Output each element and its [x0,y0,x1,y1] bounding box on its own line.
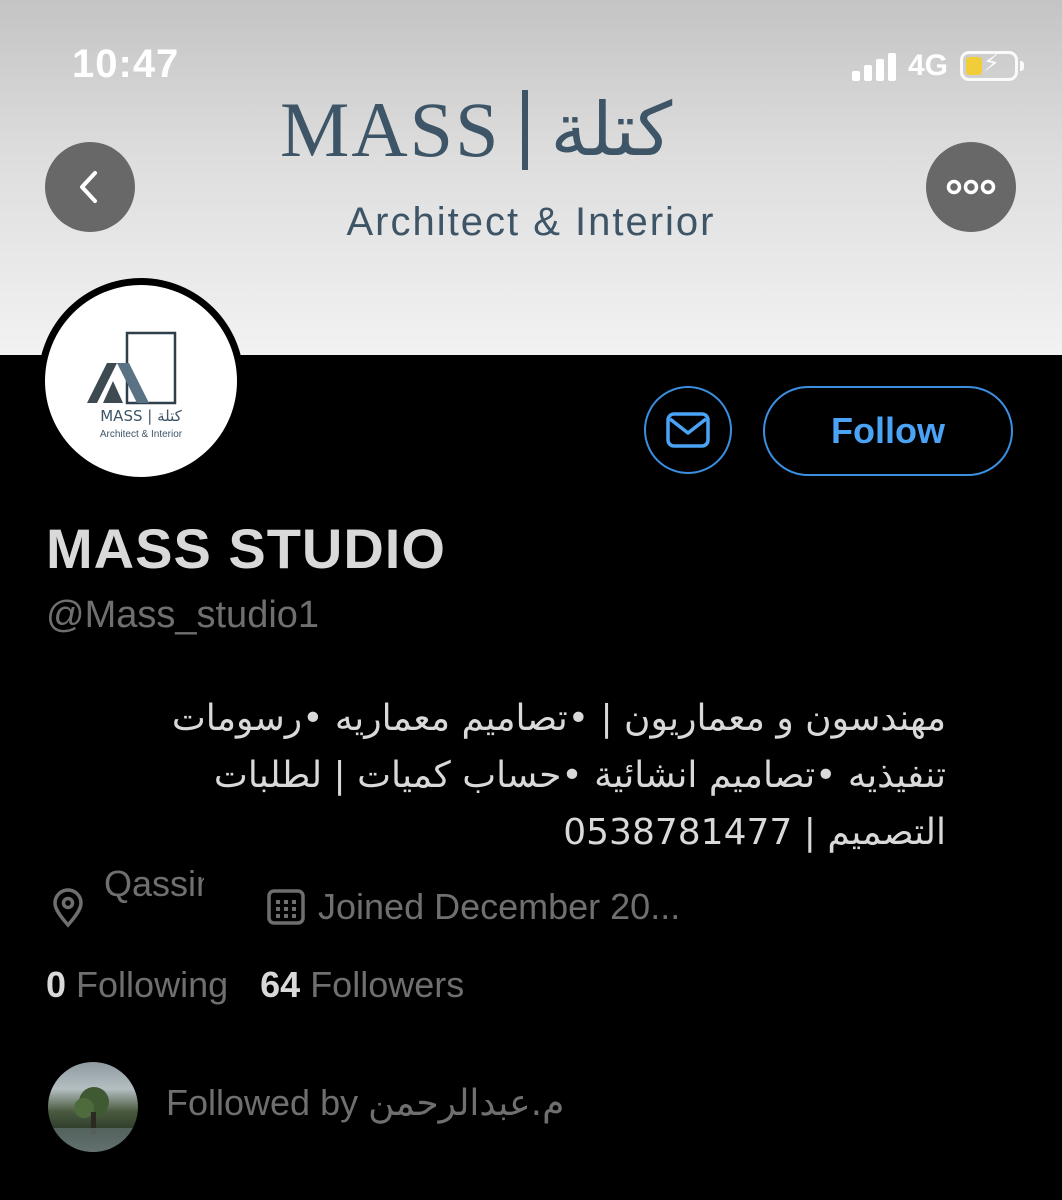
signal-icon [851,51,896,81]
followers-link[interactable]: 64 Followers [260,964,464,1006]
envelope-icon [666,412,710,448]
follower-avatar[interactable] [48,1062,138,1152]
chevron-left-icon [80,171,97,203]
followers-count: 64 [260,964,301,1005]
avatar-logo-text: MASS | كتلة [100,407,182,425]
more-options-button[interactable] [926,142,1016,232]
bio-line: التصميم | 0538781477 [563,812,946,853]
profile-joined-date: Joined December 20... [318,886,681,927]
message-button[interactable] [644,386,732,474]
followed-by-name: م.عبدالرحمن [368,1083,565,1124]
avatar-logo-subtitle: Architect & Interior [99,429,183,440]
back-button[interactable] [45,142,135,232]
followed-by-prefix: Followed by [166,1082,359,1123]
battery-icon: ⚡ [960,51,1024,81]
avatar-logo: MASS | كتلة Architect & Interior [45,285,237,477]
network-type: 4G [907,49,948,82]
following-count: 0 [46,964,67,1005]
profile-location: Qassim [104,863,204,904]
banner-subtitle: Architect & Interior [346,200,716,244]
following-label: Following [76,964,229,1005]
logo-latin: MASS [280,86,501,173]
profile-name: MASS STUDIO [46,517,446,580]
profile-handle: @Mass_studio1 [46,594,320,636]
bio-line: تنفيذيه •تصاميم انشائية •حساب كميات | لط… [213,755,946,796]
tree-icon [48,1087,138,1152]
follow-button[interactable]: Follow [763,386,1013,476]
status-time: 10:47 [72,42,180,86]
following-link[interactable]: 0 Following [46,964,228,1006]
status-indicators: 4G ⚡ [851,46,1024,86]
banner-logo: MASS كتلة [280,80,672,180]
logo-arabic: كتلة [550,87,673,173]
profile-avatar[interactable]: MASS | كتلة Architect & Interior [38,278,244,484]
followed-by[interactable]: Followed by م.عبدالرحمن [166,1082,564,1124]
follow-counts: 0 Following 64 Followers [46,964,464,1006]
profile-bio: مهندسون و معماريون | •تصاميم معماريه •رس… [46,690,946,861]
location-pin-icon [53,888,83,928]
bio-line: مهندسون و معماريون | •تصاميم معماريه •رس… [171,698,946,739]
followers-label: Followers [310,964,465,1005]
mass-logo-icon [87,331,177,405]
logo-divider [522,90,529,170]
calendar-icon [267,889,305,925]
more-horizontal-icon [946,179,996,195]
